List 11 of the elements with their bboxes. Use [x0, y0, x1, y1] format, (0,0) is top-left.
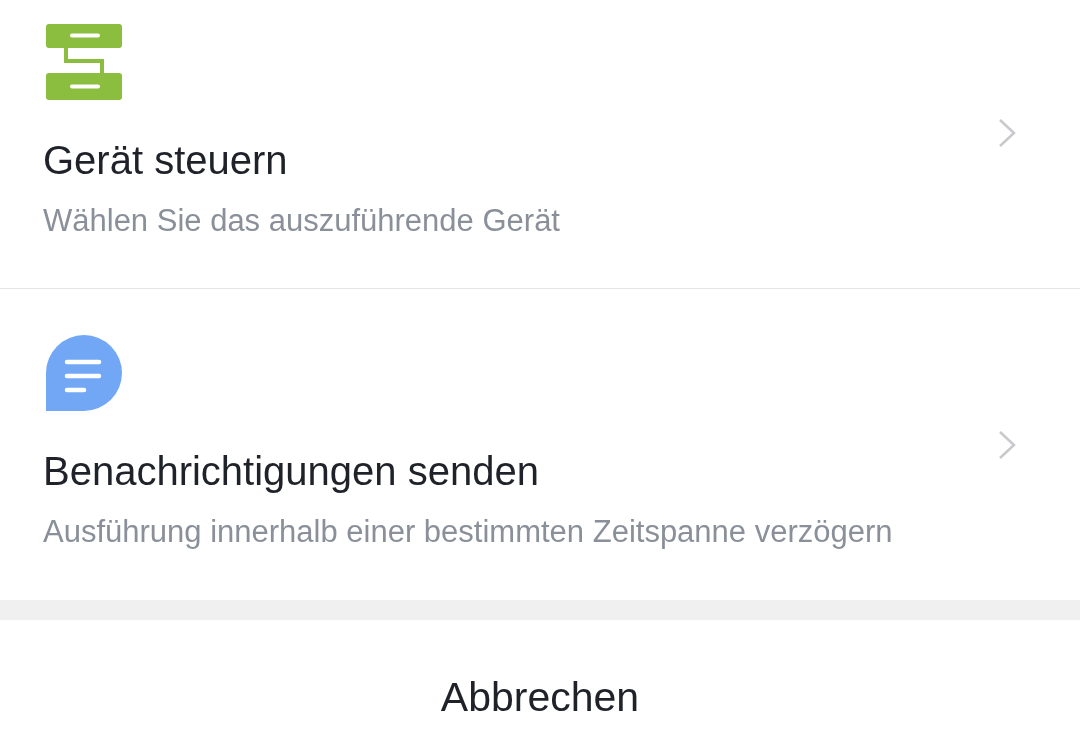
action-description: Ausführung innerhalb einer bestimmten Zeitspanne verzögern	[43, 514, 893, 550]
chevron-right-icon	[998, 429, 1016, 460]
action-item[interactable]: Benachrichtigungen senden Ausführung innerhalb einer bestimmten Zeitspanne verzögern	[0, 289, 1080, 600]
device-blocks-icon	[46, 24, 122, 100]
action-item[interactable]: Gerät steuern Wählen Sie das auszuführende Gerät	[0, 0, 1080, 289]
cancel-button[interactable]: Abbrechen	[424, 665, 656, 729]
chevron-right-icon	[998, 118, 1016, 148]
action-description: Wählen Sie das auszuführende Gerät	[43, 203, 560, 239]
action-title: Benachrichtigungen senden	[43, 448, 539, 495]
action-title: Gerät steuern	[43, 137, 288, 184]
chat-bubble-icon	[46, 335, 122, 411]
